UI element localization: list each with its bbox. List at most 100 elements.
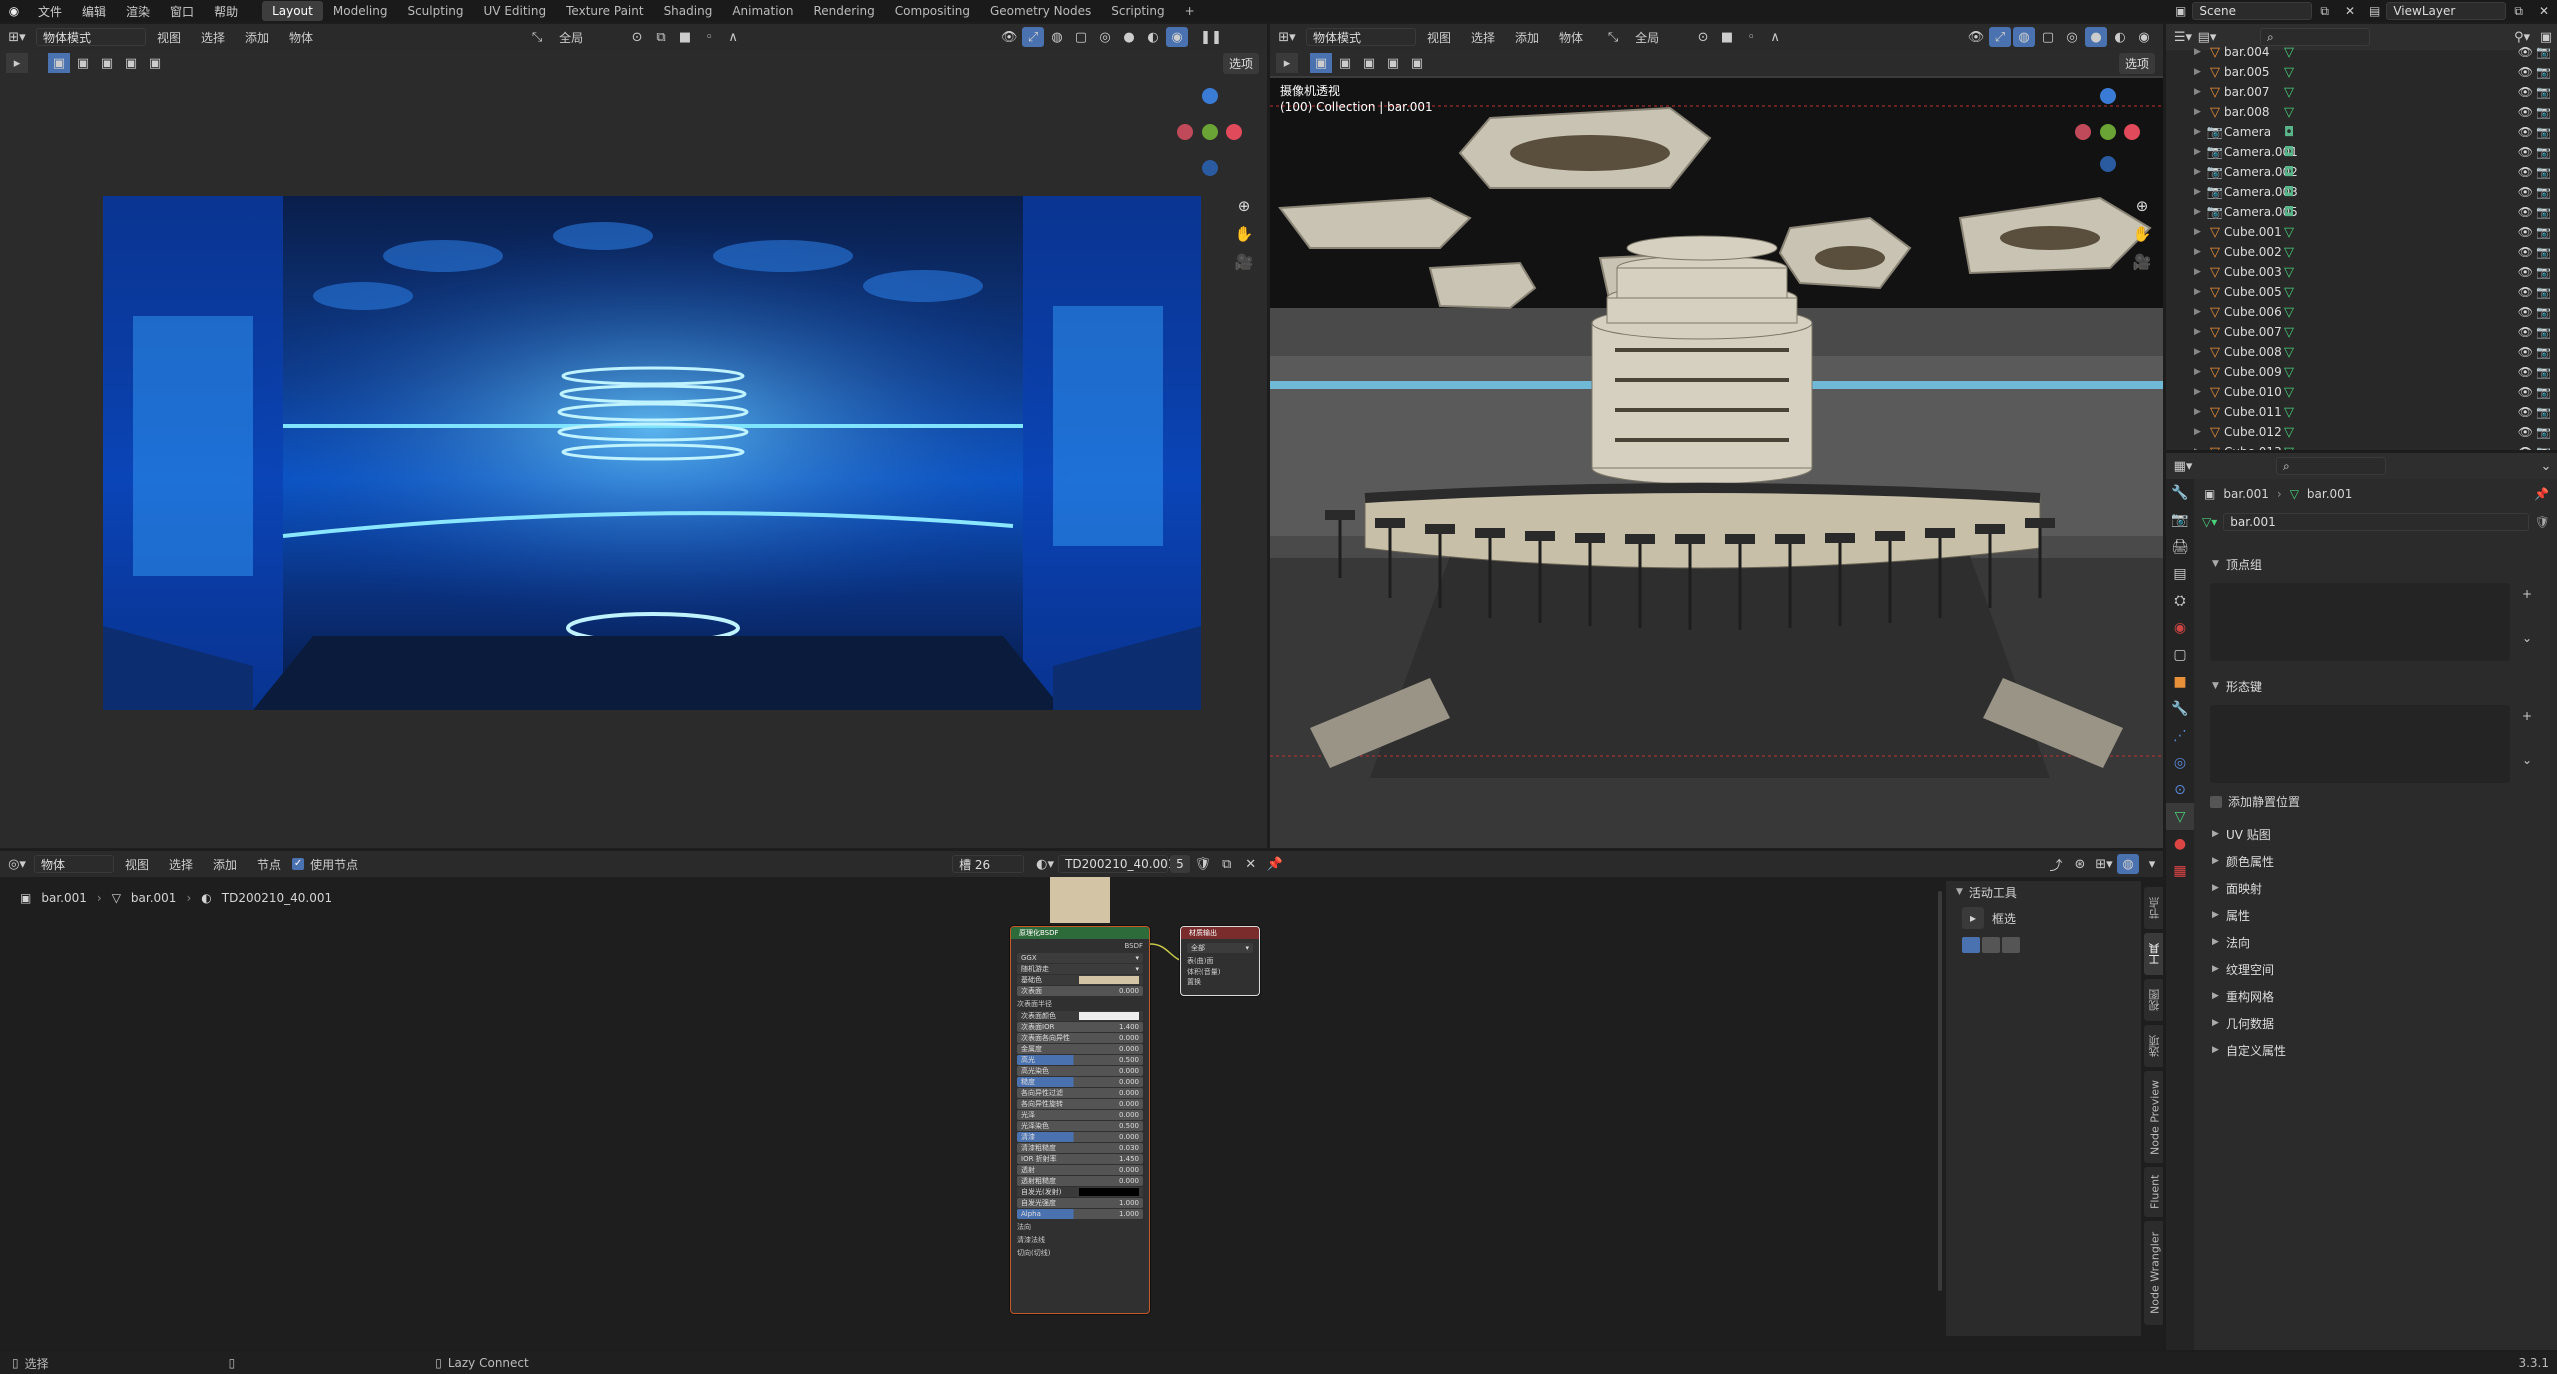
- active-tool-panel-header[interactable]: ▼ 活动工具: [1946, 881, 2141, 903]
- parent-node-tree-icon[interactable]: ⤴: [2045, 854, 2067, 874]
- collapsed-section[interactable]: ▶ 法向: [2194, 929, 2557, 956]
- gizmo-y-axis[interactable]: [1202, 124, 1218, 140]
- vertex-groups-list[interactable]: [2210, 583, 2510, 661]
- select-mode-extend-icon[interactable]: ▣: [1334, 53, 1356, 73]
- mesh-data-icon[interactable]: ▽: [2284, 45, 2294, 60]
- bsdf-input-row[interactable]: 光泽染色 0.500: [1017, 1121, 1143, 1131]
- outliner-item-name[interactable]: Camera: [2224, 125, 2271, 139]
- vtab-node-preview[interactable]: Node Preview: [2144, 1071, 2163, 1163]
- view-layer-copy-icon[interactable]: ⧉: [2506, 4, 2531, 19]
- mesh-data-icon[interactable]: ▽: [2284, 325, 2294, 340]
- tab-geometry-nodes[interactable]: Geometry Nodes: [980, 1, 1101, 21]
- render-camera-icon[interactable]: 📷: [2536, 345, 2551, 359]
- outliner-item-name[interactable]: Cube.012: [2224, 425, 2282, 439]
- bsdf-input-row[interactable]: 各向异性过滤 0.000: [1017, 1088, 1143, 1098]
- editor-type-icon[interactable]: ⊞▾: [1276, 27, 1298, 47]
- gizmo-z-axis[interactable]: [1202, 88, 1218, 104]
- snap-target-icon[interactable]: ■: [674, 27, 696, 47]
- expand-icon[interactable]: ▶: [2194, 427, 2206, 437]
- node-editor-scrollbar[interactable]: [1938, 891, 1942, 1291]
- visibility-eye-icon[interactable]: 👁: [2518, 85, 2533, 99]
- render-camera-icon[interactable]: 📷: [2536, 45, 2551, 59]
- outliner-item-name[interactable]: Cube.010: [2224, 385, 2282, 399]
- transform-orientation[interactable]: 全局: [550, 29, 592, 46]
- texture-tab-icon[interactable]: ▦: [2166, 857, 2194, 884]
- world-tab-icon[interactable]: ◉: [2166, 614, 2194, 641]
- bsdf-input-row[interactable]: 清漆 0.000: [1017, 1132, 1143, 1142]
- visibility-eye-icon[interactable]: 👁: [2518, 405, 2533, 419]
- view-layer-field[interactable]: ViewLayer: [2386, 2, 2507, 20]
- outliner-row[interactable]: ▶ ▽ Cube.010 ▽ 👁 📷: [2166, 382, 2557, 402]
- mesh-data-icon[interactable]: ▽: [2284, 445, 2294, 451]
- pin-icon[interactable]: 📌: [1264, 854, 1286, 874]
- select-mode-intersect-icon[interactable]: ▣: [144, 53, 166, 73]
- subsurface-method-select[interactable]: 随机游走 ▾: [1017, 964, 1143, 974]
- surface-input-socket[interactable]: 表(曲)面: [1187, 954, 1253, 967]
- outliner-item-name[interactable]: Cube.013: [2224, 445, 2282, 450]
- pivot-icon[interactable]: ⊙: [626, 27, 648, 47]
- render-camera-icon[interactable]: 📷: [2536, 405, 2551, 419]
- outliner-item-name[interactable]: bar.008: [2224, 105, 2270, 119]
- outliner-row[interactable]: ▶▽Cube.013▽👁📷: [2166, 442, 2557, 451]
- section-shape-keys[interactable]: ▼ 形态键: [2194, 673, 2557, 700]
- gizmo-x-neg-axis[interactable]: [1177, 124, 1193, 140]
- outliner-item-name[interactable]: Cube.003: [2224, 265, 2282, 279]
- select-mode-subtract-icon[interactable]: [2002, 937, 2020, 953]
- box-select-tool-icon[interactable]: ▸: [1962, 907, 1984, 929]
- falloff-icon[interactable]: ∧: [722, 27, 744, 47]
- view-layer-tab-icon[interactable]: ▤: [2166, 560, 2194, 587]
- render-camera-icon[interactable]: 📷: [2536, 125, 2551, 139]
- properties-options-icon[interactable]: ⌄: [2535, 456, 2557, 476]
- mesh-data-icon[interactable]: ▽: [2284, 225, 2294, 240]
- transform-orientation-icon[interactable]: ⤡: [1602, 27, 1624, 47]
- shading-wire-icon[interactable]: ◎: [1094, 27, 1116, 47]
- bsdf-input-row[interactable]: IOR 折射率 1.450: [1017, 1154, 1143, 1164]
- gizmo-icon[interactable]: ⤢: [1989, 27, 2011, 47]
- outliner-row[interactable]: ▶ ▽ Cube.003 ▽ 👁 📷: [2166, 262, 2557, 282]
- gizmo-y-axis[interactable]: [2100, 124, 2116, 140]
- collapsed-section[interactable]: ▶ 纹理空间: [2194, 956, 2557, 983]
- tab-scripting[interactable]: Scripting: [1101, 1, 1174, 21]
- expand-icon[interactable]: ▶: [2194, 67, 2206, 77]
- outliner-item-name[interactable]: Cube.011: [2224, 405, 2282, 419]
- material-tab-icon[interactable]: ●: [2166, 830, 2194, 857]
- gizmo-z-neg-axis[interactable]: [1202, 160, 1218, 176]
- tool-select-icon[interactable]: ▸: [1276, 53, 1298, 73]
- collapsed-section[interactable]: ▶ 属性: [2194, 902, 2557, 929]
- menu-window[interactable]: 窗口: [160, 3, 204, 20]
- outliner-row[interactable]: ▶ ▽ Cube.012 ▽ 👁 📷: [2166, 422, 2557, 442]
- expand-icon[interactable]: ▶: [2194, 327, 2206, 337]
- camera-view-icon[interactable]: 🎥: [1232, 250, 1256, 274]
- constraints-tab-icon[interactable]: ⊙: [2166, 776, 2194, 803]
- select-mode-intersect-icon[interactable]: ▣: [1406, 53, 1428, 73]
- falloff-icon[interactable]: ∧: [1764, 27, 1786, 47]
- expand-icon[interactable]: ▶: [2194, 127, 2206, 137]
- xray-icon[interactable]: ▢: [2037, 27, 2059, 47]
- fake-user-icon[interactable]: 🛡: [2535, 515, 2550, 529]
- mesh-data-icon[interactable]: ▽: [2284, 385, 2294, 400]
- overlay-dropdown-icon[interactable]: ▾: [2141, 854, 2163, 874]
- outliner-row[interactable]: ▶ 📷 Camera.002 ◘ 👁 📷: [2166, 162, 2557, 182]
- pan-hand-icon[interactable]: ✋: [2130, 222, 2154, 246]
- vtab-tool[interactable]: 工具: [2144, 933, 2163, 975]
- render-camera-icon[interactable]: 📷: [2536, 185, 2551, 199]
- expand-icon[interactable]: ▶: [2194, 227, 2206, 237]
- visibility-eye-icon[interactable]: 👁: [2518, 425, 2533, 439]
- mesh-data-icon[interactable]: ▽: [2284, 245, 2294, 260]
- render-camera-icon[interactable]: 📷: [2536, 205, 2551, 219]
- render-camera-icon[interactable]: 📷: [2536, 425, 2551, 439]
- editor-type-icon[interactable]: ◎▾: [6, 854, 28, 874]
- shading-rendered-icon[interactable]: ◉: [1166, 27, 1189, 47]
- outliner-row[interactable]: ▶ ▽ Cube.011 ▽ 👁 📷: [2166, 402, 2557, 422]
- add-shape-key-button[interactable]: +: [2522, 709, 2532, 723]
- visibility-eye-icon[interactable]: 👁: [2518, 365, 2533, 379]
- zoom-icon[interactable]: ⊕: [1232, 194, 1256, 218]
- select-mode-subtract-icon[interactable]: ▣: [96, 53, 118, 73]
- vtab-fluent[interactable]: Fluent: [2144, 1167, 2163, 1217]
- tab-modeling[interactable]: Modeling: [323, 1, 398, 21]
- render-camera-icon[interactable]: 📷: [2536, 65, 2551, 79]
- mesh-data-icon[interactable]: ▽: [2284, 85, 2294, 100]
- expand-icon[interactable]: ▶: [2194, 267, 2206, 277]
- tab-shading[interactable]: Shading: [654, 1, 723, 21]
- visibility-eye-icon[interactable]: 👁: [2518, 45, 2533, 59]
